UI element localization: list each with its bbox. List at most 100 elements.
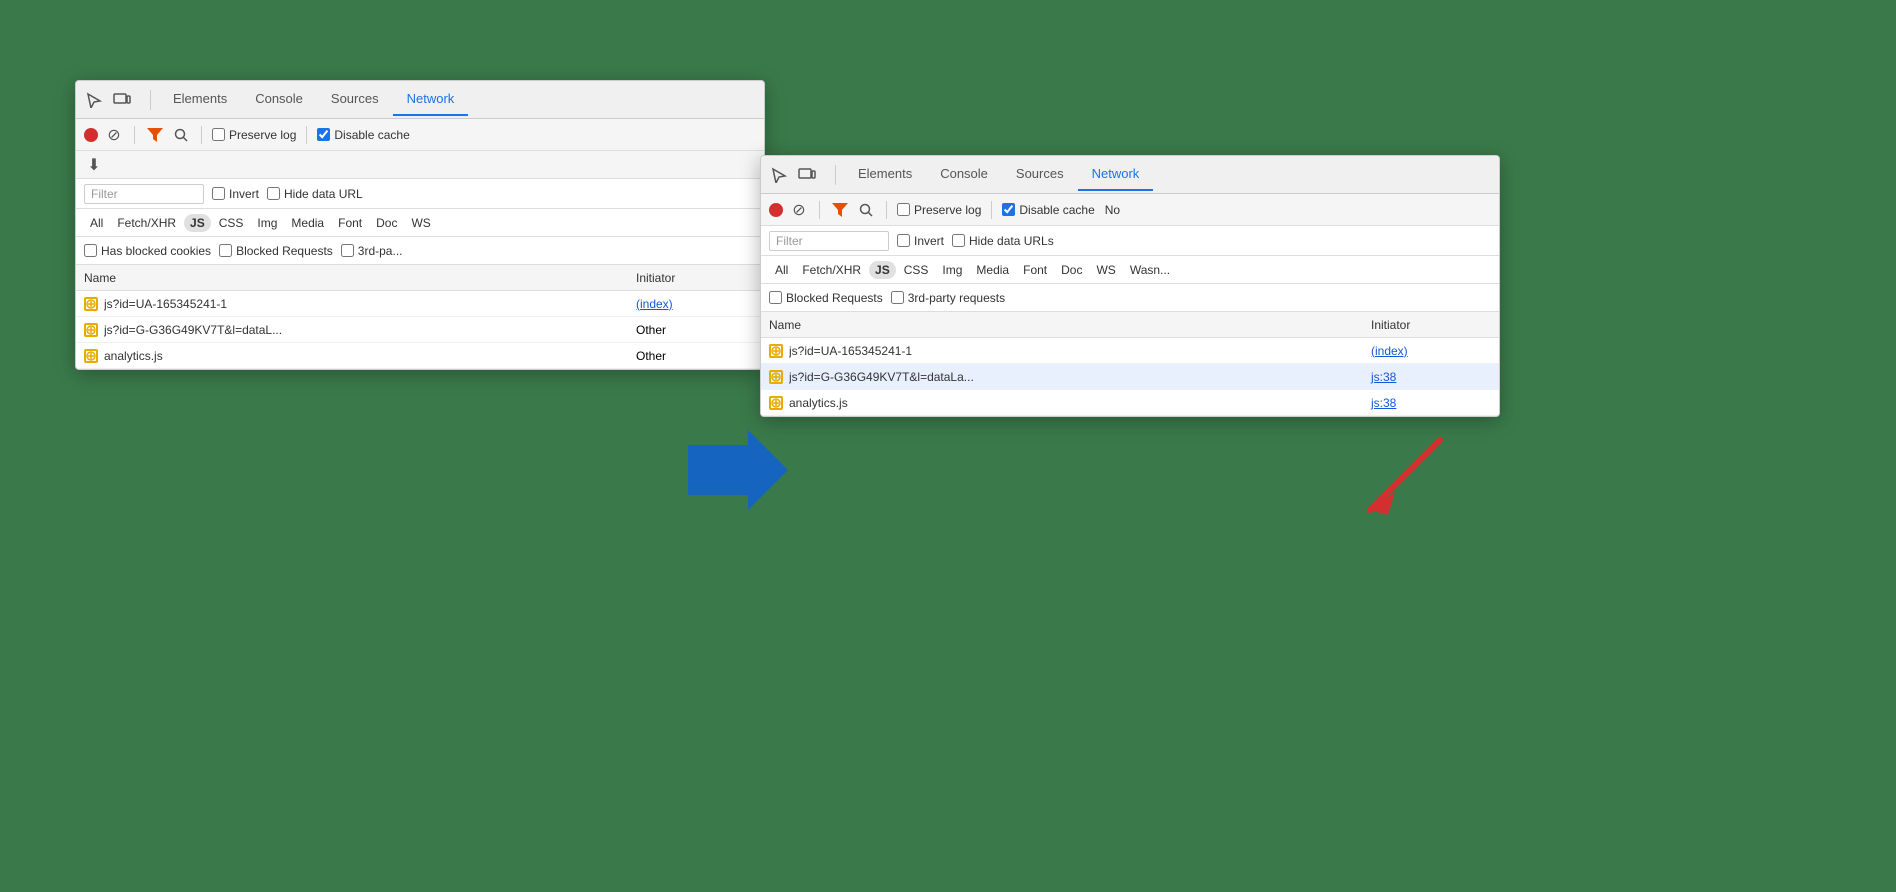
tab-network-2[interactable]: Network [1078,158,1154,191]
third-party-checkbox-1[interactable] [341,244,354,257]
cookie-row-1: Has blocked cookies Blocked Requests 3rd… [76,237,764,265]
tab-elements-2[interactable]: Elements [844,158,926,191]
cursor-icon[interactable] [84,90,104,110]
col-name-header-2: Name [769,318,1371,332]
blocked-requests-checkbox-1[interactable] [219,244,232,257]
type-row-1: All Fetch/XHR JS CSS Img Media Font Doc … [76,209,764,237]
filter-input-1[interactable] [84,184,204,204]
search-icon-2[interactable] [856,200,876,220]
type-all-2[interactable]: All [769,261,794,279]
type-wasn-2[interactable]: Wasn... [1124,261,1176,279]
initiator-link[interactable]: (index) [1371,344,1491,358]
disable-cache-checkbox-1[interactable] [317,128,330,141]
table-row[interactable]: js?id=UA-165345241-1 (index) [76,291,764,317]
resource-name: js?id=UA-165345241-1 [104,297,636,311]
tab-console-1[interactable]: Console [241,83,317,116]
col-name-header-1: Name [84,271,636,285]
type-js-1[interactable]: JS [184,214,211,232]
table-body-2: js?id=UA-165345241-1 (index) js?id=G-G36… [761,338,1499,416]
initiator-link[interactable]: js:38 [1371,370,1491,384]
blocked-requests-label-1[interactable]: Blocked Requests [219,244,333,258]
disable-cache-label-1[interactable]: Disable cache [317,128,409,142]
stop-button-1[interactable]: ⊘ [104,125,124,145]
type-doc-2[interactable]: Doc [1055,261,1088,279]
invert-label-1[interactable]: Invert [212,187,259,201]
type-css-2[interactable]: CSS [898,261,935,279]
table-body-1: js?id=UA-165345241-1 (index) js?id=G-G36… [76,291,764,369]
filter-icon-1[interactable] [145,125,165,145]
type-fetch-1[interactable]: Fetch/XHR [111,214,182,232]
sep-4 [819,201,820,219]
table-row[interactable]: js?id=UA-165345241-1 (index) [761,338,1499,364]
preserve-log-label-1[interactable]: Preserve log [212,128,296,142]
table-row[interactable]: js?id=G-G36G49KV7T&l=dataLa... js:38 [761,364,1499,390]
search-icon-1[interactable] [171,125,191,145]
table-row[interactable]: analytics.js Other [76,343,764,369]
initiator-link[interactable]: js:38 [1371,396,1491,410]
filter-input-2[interactable] [769,231,889,251]
stop-button-2[interactable]: ⊘ [789,200,809,220]
disable-cache-checkbox-2[interactable] [1002,203,1015,216]
tab-divider-1 [150,90,151,110]
tab-network-1[interactable]: Network [393,83,469,116]
blocked-requests-label-2[interactable]: Blocked Requests [769,291,883,305]
toolbar-1: ⊘ Preserve log Disable cache [76,119,764,151]
third-party-label-1[interactable]: 3rd-pa... [341,244,403,258]
device-icon[interactable] [112,90,132,110]
hide-data-checkbox-2[interactable] [952,234,965,247]
hide-data-checkbox-1[interactable] [267,187,280,200]
sep-2 [201,126,202,144]
tab-console-2[interactable]: Console [926,158,1002,191]
filter-row-1: Invert Hide data URL [76,179,764,209]
type-ws-2[interactable]: WS [1090,261,1121,279]
device-icon-2[interactable] [797,165,817,185]
tab-elements-1[interactable]: Elements [159,83,241,116]
resource-icon [769,370,783,384]
disable-cache-label-2[interactable]: Disable cache [1002,203,1094,217]
resource-name: analytics.js [104,349,636,363]
type-all-1[interactable]: All [84,214,109,232]
third-party-label-2[interactable]: 3rd-party requests [891,291,1005,305]
type-fetch-2[interactable]: Fetch/XHR [796,261,867,279]
cookie-row-2: Blocked Requests 3rd-party requests [761,284,1499,312]
resource-name: analytics.js [789,396,1371,410]
tab-bar-1: Elements Console Sources Network [76,81,764,119]
table-header-2: Name Initiator [761,312,1499,338]
type-js-2[interactable]: JS [869,261,896,279]
invert-checkbox-1[interactable] [212,187,225,200]
type-font-1[interactable]: Font [332,214,368,232]
type-doc-1[interactable]: Doc [370,214,403,232]
type-img-1[interactable]: Img [251,214,283,232]
type-font-2[interactable]: Font [1017,261,1053,279]
tab-sources-1[interactable]: Sources [317,83,393,116]
invert-checkbox-2[interactable] [897,234,910,247]
table-header-1: Name Initiator [76,265,764,291]
hide-data-label-1[interactable]: Hide data URL [267,187,363,201]
cursor-icon-2[interactable] [769,165,789,185]
type-media-2[interactable]: Media [970,261,1015,279]
record-button-1[interactable] [84,128,98,142]
type-img-2[interactable]: Img [936,261,968,279]
preserve-log-checkbox-1[interactable] [212,128,225,141]
resource-name: js?id=UA-165345241-1 [789,344,1371,358]
has-blocked-label-1[interactable]: Has blocked cookies [84,244,211,258]
table-row[interactable]: analytics.js js:38 [761,390,1499,416]
preserve-log-checkbox-2[interactable] [897,203,910,216]
type-media-1[interactable]: Media [285,214,330,232]
preserve-log-label-2[interactable]: Preserve log [897,203,981,217]
third-party-checkbox-2[interactable] [891,291,904,304]
type-css-1[interactable]: CSS [213,214,250,232]
initiator-link[interactable]: (index) [636,297,756,311]
devtools-panel-1: Elements Console Sources Network ⊘ Prese… [75,80,765,370]
hide-data-label-2[interactable]: Hide data URLs [952,234,1054,248]
type-ws-1[interactable]: WS [405,214,436,232]
tab-sources-2[interactable]: Sources [1002,158,1078,191]
initiator-text: Other [636,323,756,337]
blocked-requests-checkbox-2[interactable] [769,291,782,304]
has-blocked-checkbox-1[interactable] [84,244,97,257]
invert-label-2[interactable]: Invert [897,234,944,248]
filter-icon-2[interactable] [830,200,850,220]
record-button-2[interactable] [769,203,783,217]
download-icon-1[interactable]: ⬇ [84,155,104,175]
table-row[interactable]: js?id=G-G36G49KV7T&l=dataL... Other [76,317,764,343]
